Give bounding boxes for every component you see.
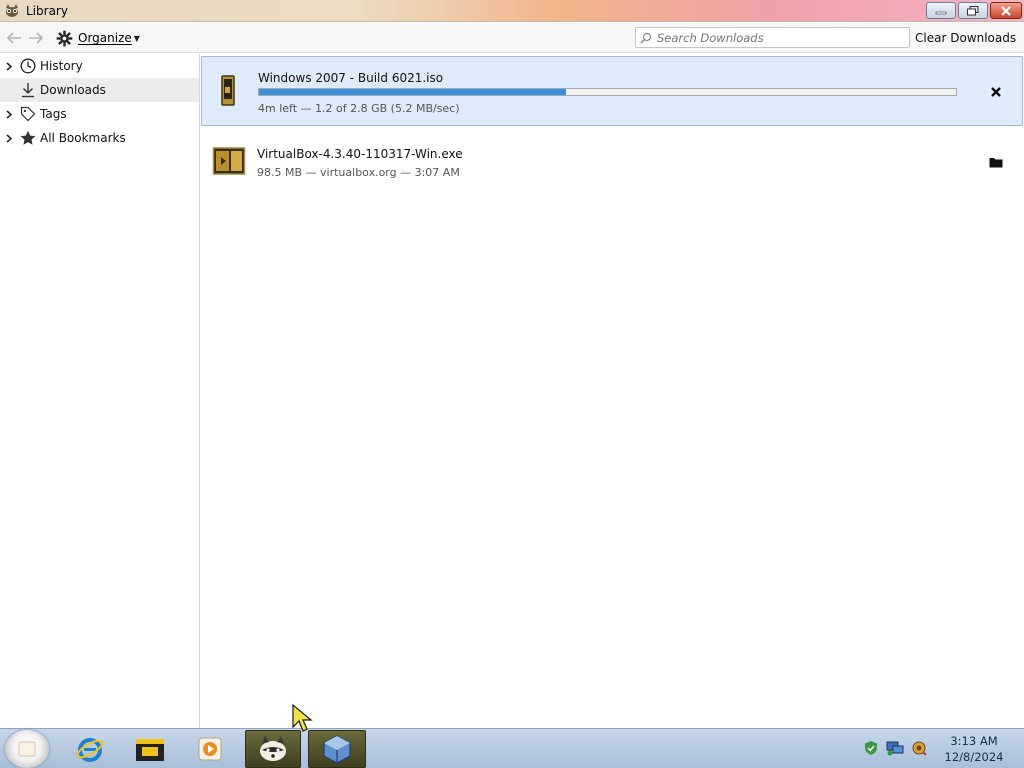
media-player-icon — [198, 737, 222, 761]
taskbar-media-player[interactable] — [182, 730, 238, 768]
system-tray — [862, 739, 928, 757]
start-orb-icon — [18, 741, 36, 757]
sidebar-item-history[interactable]: History — [0, 54, 199, 78]
virtualbox-icon — [323, 735, 351, 764]
back-arrow-icon — [6, 32, 21, 44]
forward-arrow-icon — [29, 32, 44, 44]
cancel-download-button[interactable] — [986, 82, 1006, 102]
security-shield-tray-icon[interactable] — [862, 739, 880, 757]
sidebar-item-all-bookmarks[interactable]: All Bookmarks — [0, 126, 199, 150]
close-window-button[interactable] — [990, 2, 1022, 19]
clock-date: 12/8/2024 — [944, 750, 1004, 764]
open-containing-folder-button[interactable] — [986, 152, 1006, 172]
sidebar-item-label: History — [40, 59, 83, 73]
minimize-button[interactable] — [926, 2, 956, 19]
exe-file-icon — [212, 147, 246, 175]
clear-downloads-button[interactable]: Clear Downloads — [915, 31, 1016, 45]
search-downloads-input[interactable] — [657, 30, 897, 45]
file-explorer-icon — [136, 739, 164, 761]
taskbar-file-explorer[interactable] — [122, 730, 178, 768]
download-filename: Windows 2007 - Build 6021.iso — [258, 71, 444, 85]
sidebar-item-downloads[interactable]: Downloads — [0, 78, 199, 102]
sidebar-item-label: All Bookmarks — [40, 131, 126, 145]
restore-icon — [967, 5, 979, 15]
search-box[interactable] — [635, 27, 910, 48]
title-bar: Library — [0, 0, 1024, 22]
download-icon — [19, 81, 37, 99]
tag-icon — [19, 105, 37, 123]
download-item-completed[interactable]: VirtualBox-4.3.40-110317-Win.exe 98.5 MB… — [201, 130, 1023, 192]
sidebar-item-label: Tags — [40, 107, 67, 121]
gear-icon — [56, 30, 73, 46]
taskbar-virtualbox[interactable] — [308, 730, 366, 768]
download-status: 98.5 MB — virtualbox.org — 3:07 AM — [257, 166, 460, 179]
start-button[interactable] — [5, 730, 49, 768]
taskbar-clock[interactable]: 3:13 AM 12/8/2024 — [944, 733, 1004, 765]
library-toolbar: Organize ▼ Clear Downloads — [0, 23, 1024, 53]
window-title: Library — [26, 4, 68, 18]
open-folder-icon — [989, 158, 1003, 168]
expand-chevron-icon[interactable] — [4, 132, 14, 144]
cancel-x-icon — [991, 87, 1001, 97]
clock-time: 3:13 AM — [950, 734, 998, 748]
expand-chevron-icon[interactable] — [4, 108, 14, 120]
back-button[interactable] — [4, 28, 24, 48]
dropdown-caret-icon: ▼ — [133, 33, 140, 43]
library-sidebar: History Downloads Tags All Bookmarks — [0, 54, 200, 728]
clock-icon — [19, 57, 37, 75]
taskbar: 3:13 AM 12/8/2024 — [0, 728, 1024, 768]
sidebar-item-label: Downloads — [40, 83, 106, 97]
sidebar-item-tags[interactable]: Tags — [0, 102, 199, 126]
download-progress-bar — [258, 88, 957, 96]
library-app-icon — [6, 4, 18, 17]
internet-explorer-icon — [76, 738, 104, 762]
restore-button[interactable] — [958, 2, 988, 19]
forward-button[interactable] — [26, 28, 46, 48]
minimize-icon — [935, 11, 947, 14]
download-filename: VirtualBox-4.3.40-110317-Win.exe — [257, 147, 463, 161]
organize-menu-button[interactable]: Organize ▼ — [56, 28, 140, 48]
download-progress-fill — [259, 89, 566, 95]
expand-chevron-icon[interactable] — [4, 60, 14, 72]
search-icon — [640, 32, 652, 43]
iso-file-icon — [221, 75, 235, 106]
download-status: 4m left — 1.2 of 2.8 GB (5.2 MB/sec) — [258, 102, 460, 115]
raccoon-app-icon — [260, 736, 286, 761]
taskbar-internet-explorer[interactable] — [62, 730, 118, 768]
taskbar-library-app[interactable] — [245, 730, 301, 768]
volume-muted-tray-icon[interactable] — [910, 739, 928, 757]
downloads-list: Windows 2007 - Build 6021.iso 4m left — … — [201, 54, 1024, 728]
organize-label: Organize — [78, 31, 132, 45]
mouse-cursor-icon — [292, 703, 313, 732]
download-item-active[interactable]: Windows 2007 - Build 6021.iso 4m left — … — [201, 56, 1023, 126]
star-icon — [19, 129, 37, 147]
network-tray-icon[interactable] — [886, 739, 904, 757]
close-icon — [1001, 5, 1011, 16]
